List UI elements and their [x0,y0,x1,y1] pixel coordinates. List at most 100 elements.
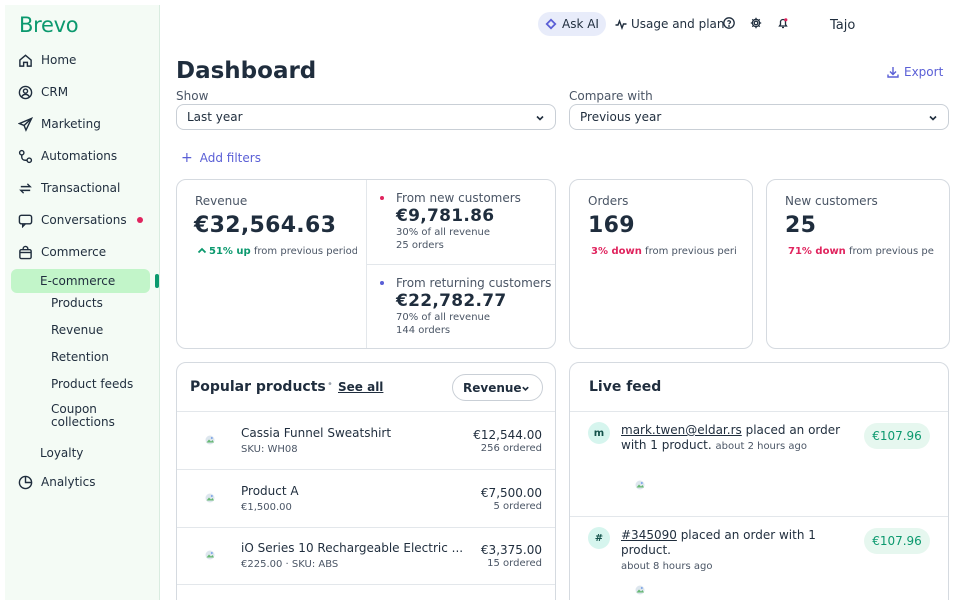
revenue-trend: 51% up from previous period [197,246,357,257]
feed-text: mark.twen@eldar.rs placed an order with … [621,423,861,454]
sidebar-item-analytics[interactable]: Analytics [5,470,155,494]
sort-dropdown-value: Revenue [463,380,522,395]
sidebar-item-label: Marketing [41,117,101,131]
customer-email-link[interactable]: mark.twen@eldar.rs [621,423,742,437]
product-quantity: 5 ordered [493,501,543,512]
returning-customers-revenue-share: 70% of all revenue [396,312,491,323]
usage-and-plan-button[interactable]: Usage and plan [615,17,725,31]
divider [570,411,948,412]
sidebar-subitem-coupon-collections[interactable]: Coupon collections [51,403,121,429]
export-button[interactable]: Export [887,65,943,79]
sidebar-item-home[interactable]: Home [5,48,155,72]
sidebar-item-label: Analytics [41,475,96,489]
sidebar-item-label: CRM [41,85,69,99]
revenue-label: Revenue [195,194,248,208]
add-filters-button[interactable]: + Add filters [181,150,261,166]
feed-text: #345090 placed an order with 1 product. … [621,528,861,574]
new-customers-trend: 71% down from previous peri [788,246,934,257]
notification-dot [137,217,143,223]
contacts-icon [18,85,33,99]
new-customers-trend-suffix: from previous peri [849,246,934,257]
card-divider [367,264,555,265]
page-title: Dashboard [176,58,317,84]
product-name: Product A [241,484,299,498]
sidebar-item-crm[interactable]: CRM [5,80,155,104]
order-amount-badge: €107.96 [864,528,930,554]
pie-chart-icon [18,475,33,489]
returning-customers-bullet [380,281,384,285]
product-sub: €225.00 · SKU: ABS [241,559,339,570]
sidebar-item-marketing[interactable]: Marketing [5,112,155,136]
compare-select[interactable]: Previous year [569,104,949,130]
sidebar-subitem-product-feeds[interactable]: Product feeds [51,377,133,391]
arrow-up-icon [197,247,207,254]
topbar: Ask AI Usage and plan [538,12,725,36]
divider [570,516,948,517]
feed-time: about 2 hours ago [715,441,807,452]
new-customers-revenue-label: From new customers [396,191,521,205]
returning-customers-revenue-value: €22,782.77 [396,291,507,311]
product-image-placeholder-icon [205,550,215,560]
revenue-trend-value: 51% up [209,246,251,257]
brevo-logo[interactable]: Brevo [19,13,79,37]
product-sub: SKU: WH08 [241,444,298,455]
sort-dropdown[interactable]: Revenue [452,374,543,401]
bell-icon[interactable] [777,17,789,29]
feed-time: about 8 hours ago [621,561,713,572]
send-icon [18,116,33,132]
add-filters-label: Add filters [199,151,261,165]
chevron-down-icon [536,115,544,121]
chevron-down-icon [929,115,937,121]
orders-value: 169 [588,213,635,238]
product-name: iO Series 10 Rechargeable Electric ... [241,541,464,555]
separator-dot: • [327,379,333,390]
sidebar-item-transactional[interactable]: Transactional [5,176,155,200]
sidebar-item-conversations[interactable]: Conversations [5,208,155,232]
see-all-link[interactable]: See all [338,380,383,394]
new-customers-revenue-share: 30% of all revenue [396,227,491,238]
divider [177,411,555,412]
sidebar: Brevo Home CRM Marketing Automations Tra… [5,5,160,600]
sidebar-subitem-products[interactable]: Products [51,296,103,310]
avatar: m [588,422,610,444]
chat-icon [18,214,33,228]
sidebar-item-label: Loyalty [40,446,84,460]
orders-label: Orders [588,194,629,208]
user-name[interactable]: Tajo [830,18,855,33]
gear-icon[interactable] [750,17,762,29]
product-image-placeholder-icon [205,493,215,503]
revenue-trend-suffix: from previous period [253,246,357,257]
transactional-icon [19,182,32,194]
order-number-link[interactable]: #345090 [621,528,677,542]
revenue-value: €32,564.63 [194,213,337,238]
product-amount: €7,500.00 [480,486,542,500]
returning-customers-revenue-orders: 144 orders [396,325,451,336]
ask-ai-button[interactable]: Ask AI [538,12,606,36]
product-amount: €12,544.00 [473,428,542,442]
sidebar-item-ecommerce[interactable]: E-commerce [11,269,150,293]
compare-select-value: Previous year [580,110,662,124]
new-customers-trend-value: 71% down [788,246,846,257]
sidebar-item-label: Automations [41,149,118,163]
product-quantity: 15 ordered [487,558,542,569]
divider [177,584,555,585]
new-customers-bullet [380,196,384,200]
sidebar-subitem-revenue[interactable]: Revenue [51,323,103,337]
sidebar-item-automations[interactable]: Automations [5,144,155,168]
sidebar-subitem-retention[interactable]: Retention [51,350,109,364]
sidebar-item-loyalty[interactable]: Loyalty [5,441,155,465]
product-name: Cassia Funnel Sweatshirt [241,426,392,440]
product-quantity: 256 ordered [480,443,542,454]
usage-label: Usage and plan [630,17,725,31]
show-select[interactable]: Last year [176,104,556,130]
sidebar-item-commerce[interactable]: Commerce [5,240,155,264]
live-feed-title: Live feed [589,379,662,395]
new-customers-revenue-orders: 25 orders [396,240,444,251]
help-icon[interactable] [723,17,735,29]
sparkle-icon [545,18,557,30]
new-customers-revenue-value: €9,781.86 [396,206,495,226]
order-amount-badge: €107.96 [864,423,930,449]
shopping-bag-icon [19,245,32,259]
returning-customers-revenue-label: From returning customers [396,276,552,290]
plus-icon: + [181,150,193,166]
